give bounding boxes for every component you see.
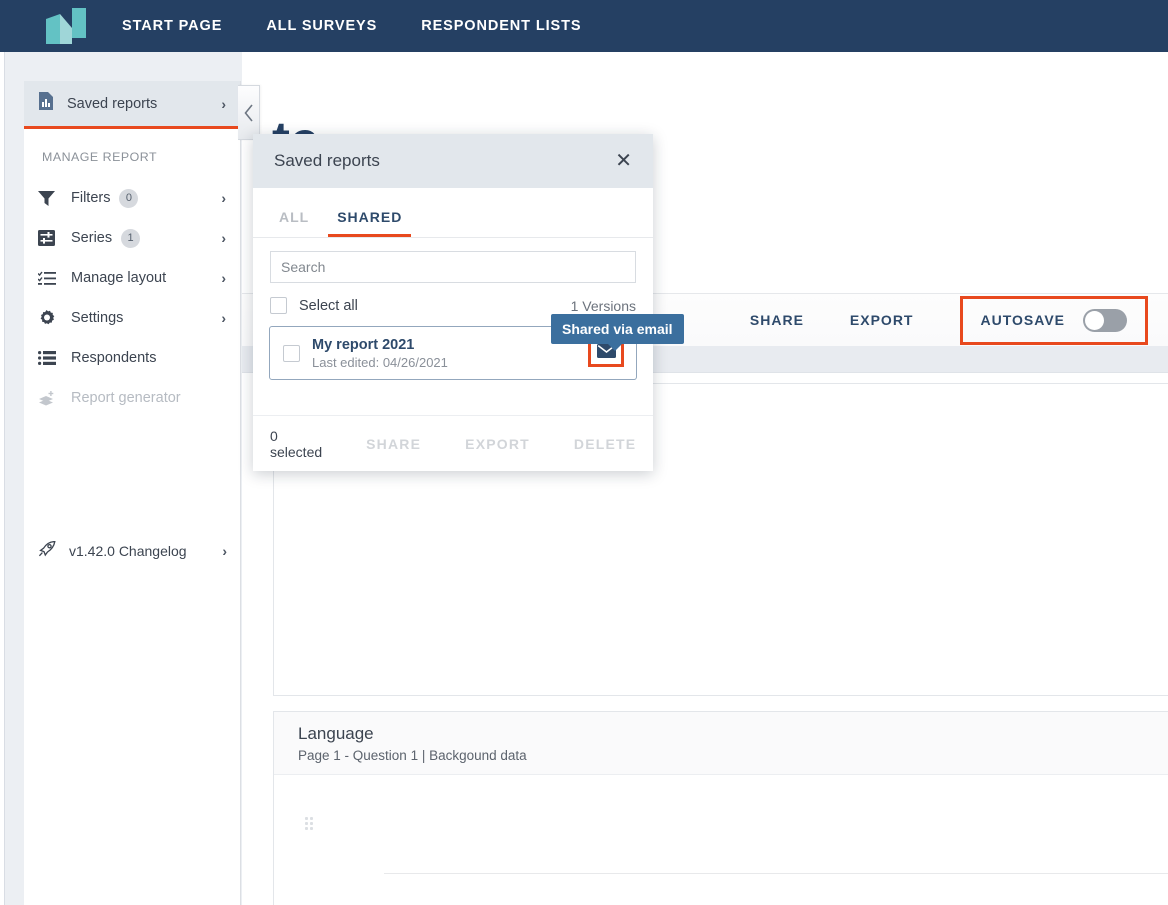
logo-n-mark <box>46 8 86 44</box>
report-last-edited: Last edited: 04/26/2021 <box>312 354 448 370</box>
chevron-right-icon: › <box>221 310 226 326</box>
share-button[interactable]: SHARE <box>750 312 804 328</box>
sidebar-section-label: MANAGE REPORT <box>42 150 158 164</box>
grip-dot <box>310 822 313 825</box>
autosave-toggle[interactable] <box>1083 308 1127 332</box>
sidebar-item-label: Report generator <box>71 390 181 406</box>
y-axis-tick: 160 <box>1098 865 1168 881</box>
filter-icon <box>38 190 58 206</box>
card-header: Language Page 1 - Question 1 | Backgound… <box>274 712 1168 775</box>
sidebar-item-series[interactable]: Series 1 › <box>24 218 240 258</box>
row-text: My report 2021 Last edited: 04/26/2021 <box>312 337 448 370</box>
series-icon <box>38 230 58 246</box>
grip-dot <box>305 817 308 820</box>
report-name: My report 2021 <box>312 336 415 353</box>
grip-dot <box>305 827 308 830</box>
sidebar-item-respondents[interactable]: Respondents <box>24 338 240 378</box>
collapse-left-icon <box>243 103 254 122</box>
chevron-right-icon: › <box>221 95 226 112</box>
page-body: te ) SHARE EXPORT AUTOSAVE <box>0 52 1168 905</box>
autosave-group-highlight: AUTOSAVE <box>959 295 1148 345</box>
nav-link-respondent-lists[interactable]: RESPONDENT LISTS <box>421 18 581 34</box>
sidebar-item-label: Settings <box>71 310 124 326</box>
sidebar-item-settings[interactable]: Settings › <box>24 298 240 338</box>
sidebar-item-saved-reports[interactable]: Saved reports › <box>24 81 240 129</box>
row-checkbox[interactable] <box>283 344 300 362</box>
dialog-delete-button[interactable]: DELETE <box>574 436 636 452</box>
grip-dot <box>305 822 308 825</box>
report-card-language: Language Page 1 - Question 1 | Backgound… <box>273 711 1168 905</box>
search-input[interactable] <box>270 251 636 283</box>
tooltip-arrow <box>607 343 623 351</box>
primary-nav: START PAGE ALL SURVEYS RESPONDENT LISTS <box>122 18 625 34</box>
select-all-label: Select all <box>299 297 358 314</box>
sidebar-item-label: Saved reports <box>67 95 158 112</box>
rocket-icon <box>38 540 56 562</box>
tooltip-text: Shared via email <box>562 321 673 337</box>
series-count-badge: 1 <box>121 228 141 248</box>
left-edge-panel-sliver <box>0 52 5 905</box>
sidebar-item-filters[interactable]: Filters 0 › <box>24 178 240 218</box>
respondents-icon <box>38 351 58 365</box>
dialog-header: Saved reports ✕ <box>253 134 653 188</box>
tab-shared[interactable]: SHARED <box>328 209 412 237</box>
dialog-share-button[interactable]: SHARE <box>366 436 421 452</box>
layers-plus-icon <box>38 390 58 406</box>
search-wrapper <box>253 238 653 283</box>
card-subtitle: Page 1 - Question 1 | Backgound data <box>298 748 527 763</box>
filters-count-badge: 0 <box>119 188 139 208</box>
sidebar-item-report-generator: Report generator <box>24 378 240 418</box>
chevron-right-icon: › <box>221 270 226 286</box>
autosave-label: AUTOSAVE <box>980 312 1065 328</box>
chart-area: 160 140 <box>274 775 1168 905</box>
tab-all[interactable]: ALL <box>270 209 318 237</box>
report-chart-icon <box>38 92 54 115</box>
dialog-export-button[interactable]: EXPORT <box>465 436 530 452</box>
chart-gridline <box>384 873 1168 874</box>
saved-reports-dialog: Saved reports ✕ ALL SHARED Select all 1 … <box>253 134 653 471</box>
logo-icon[interactable] <box>46 8 86 44</box>
nav-link-start-page[interactable]: START PAGE <box>122 18 222 34</box>
sidebar-collapse-toggle[interactable] <box>238 85 260 140</box>
drag-handle-icon[interactable] <box>305 817 314 831</box>
dialog-footer: 0 selected SHARE EXPORT DELETE <box>253 415 653 471</box>
sidebar-item-label: Series <box>71 230 113 246</box>
sidebar-item-label: Respondents <box>71 350 157 366</box>
top-navbar: START PAGE ALL SURVEYS RESPONDENT LISTS <box>0 0 1168 52</box>
sidebar: Saved reports › MANAGE REPORT Filters 0 … <box>24 81 241 905</box>
chevron-right-icon: › <box>221 190 226 206</box>
versions-count-label: 1 Versions <box>570 297 636 314</box>
sidebar-item-label: Manage layout <box>71 270 167 286</box>
grip-dot <box>310 827 313 830</box>
chevron-right-icon: › <box>221 230 226 246</box>
sidebar-item-label: v1.42.0 Changelog <box>69 543 187 559</box>
select-all-checkbox[interactable] <box>270 297 287 314</box>
card-title: Language <box>298 724 374 743</box>
layout-list-icon <box>38 271 58 286</box>
gear-icon <box>38 309 58 327</box>
sidebar-item-changelog[interactable]: v1.42.0 Changelog › <box>24 531 241 571</box>
chevron-right-icon: › <box>222 543 227 559</box>
nav-link-all-surveys[interactable]: ALL SURVEYS <box>266 18 377 34</box>
grip-dot <box>310 817 313 820</box>
dialog-tabs: ALL SHARED <box>253 188 653 238</box>
export-button[interactable]: EXPORT <box>850 312 914 328</box>
selected-count-label: 0 selected <box>270 427 323 460</box>
dialog-title: Saved reports <box>274 151 380 170</box>
sidebar-item-label: Filters <box>71 190 111 206</box>
autosave-toggle-knob <box>1085 310 1104 330</box>
shared-via-email-tooltip: Shared via email <box>551 314 684 351</box>
close-icon[interactable]: ✕ <box>615 151 632 171</box>
sidebar-item-manage-layout[interactable]: Manage layout › <box>24 258 240 298</box>
